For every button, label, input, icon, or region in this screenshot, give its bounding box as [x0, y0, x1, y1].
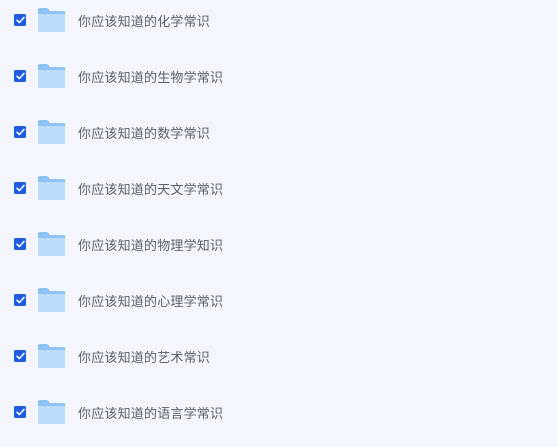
folder-icon [37, 119, 66, 145]
checkbox-checked[interactable] [14, 350, 26, 362]
checkmark-icon [15, 16, 25, 24]
checkbox-checked[interactable] [14, 406, 26, 418]
file-list: 你应该知道的化学常识 你应该知道的生物学常识 你应该知道的数学常识 你应该知道的… [0, 0, 558, 447]
list-item[interactable]: 你应该知道的物理学知识 [0, 216, 558, 272]
folder-icon [37, 343, 66, 369]
checkmark-icon [15, 240, 25, 248]
list-item[interactable]: 你应该知道的化学常识 [0, 0, 558, 48]
checkbox-checked[interactable] [14, 238, 26, 250]
file-name[interactable]: 你应该知道的生物学常识 [78, 67, 223, 86]
file-name[interactable]: 你应该知道的艺术常识 [78, 347, 210, 366]
file-name[interactable]: 你应该知道的化学常识 [78, 11, 210, 30]
file-name[interactable]: 你应该知道的物理学知识 [78, 235, 223, 254]
folder-icon [37, 231, 66, 257]
checkmark-icon [15, 296, 25, 304]
checkmark-icon [15, 184, 25, 192]
folder-icon [37, 287, 66, 313]
list-item[interactable]: 你应该知道的生物学常识 [0, 48, 558, 104]
file-name[interactable]: 你应该知道的心理学常识 [78, 291, 223, 310]
checkbox-checked[interactable] [14, 182, 26, 194]
checkbox-checked[interactable] [14, 14, 26, 26]
checkmark-icon [15, 72, 25, 80]
checkmark-icon [15, 352, 25, 360]
folder-icon [37, 7, 66, 33]
checkbox-checked[interactable] [14, 294, 26, 306]
list-item[interactable]: 你应该知道的心理学常识 [0, 272, 558, 328]
list-item[interactable]: 你应该知道的艺术常识 [0, 328, 558, 384]
folder-icon [37, 63, 66, 89]
checkmark-icon [15, 128, 25, 136]
folder-icon [37, 399, 66, 425]
list-item[interactable]: 你应该知道的数学常识 [0, 104, 558, 160]
checkbox-checked[interactable] [14, 126, 26, 138]
checkbox-checked[interactable] [14, 70, 26, 82]
checkmark-icon [15, 408, 25, 416]
file-name[interactable]: 你应该知道的数学常识 [78, 123, 210, 142]
file-name[interactable]: 你应该知道的天文学常识 [78, 179, 223, 198]
list-item[interactable]: 你应该知道的天文学常识 [0, 160, 558, 216]
file-name[interactable]: 你应该知道的语言学常识 [78, 403, 223, 422]
list-item[interactable]: 你应该知道的语言学常识 [0, 384, 558, 440]
folder-icon [37, 175, 66, 201]
